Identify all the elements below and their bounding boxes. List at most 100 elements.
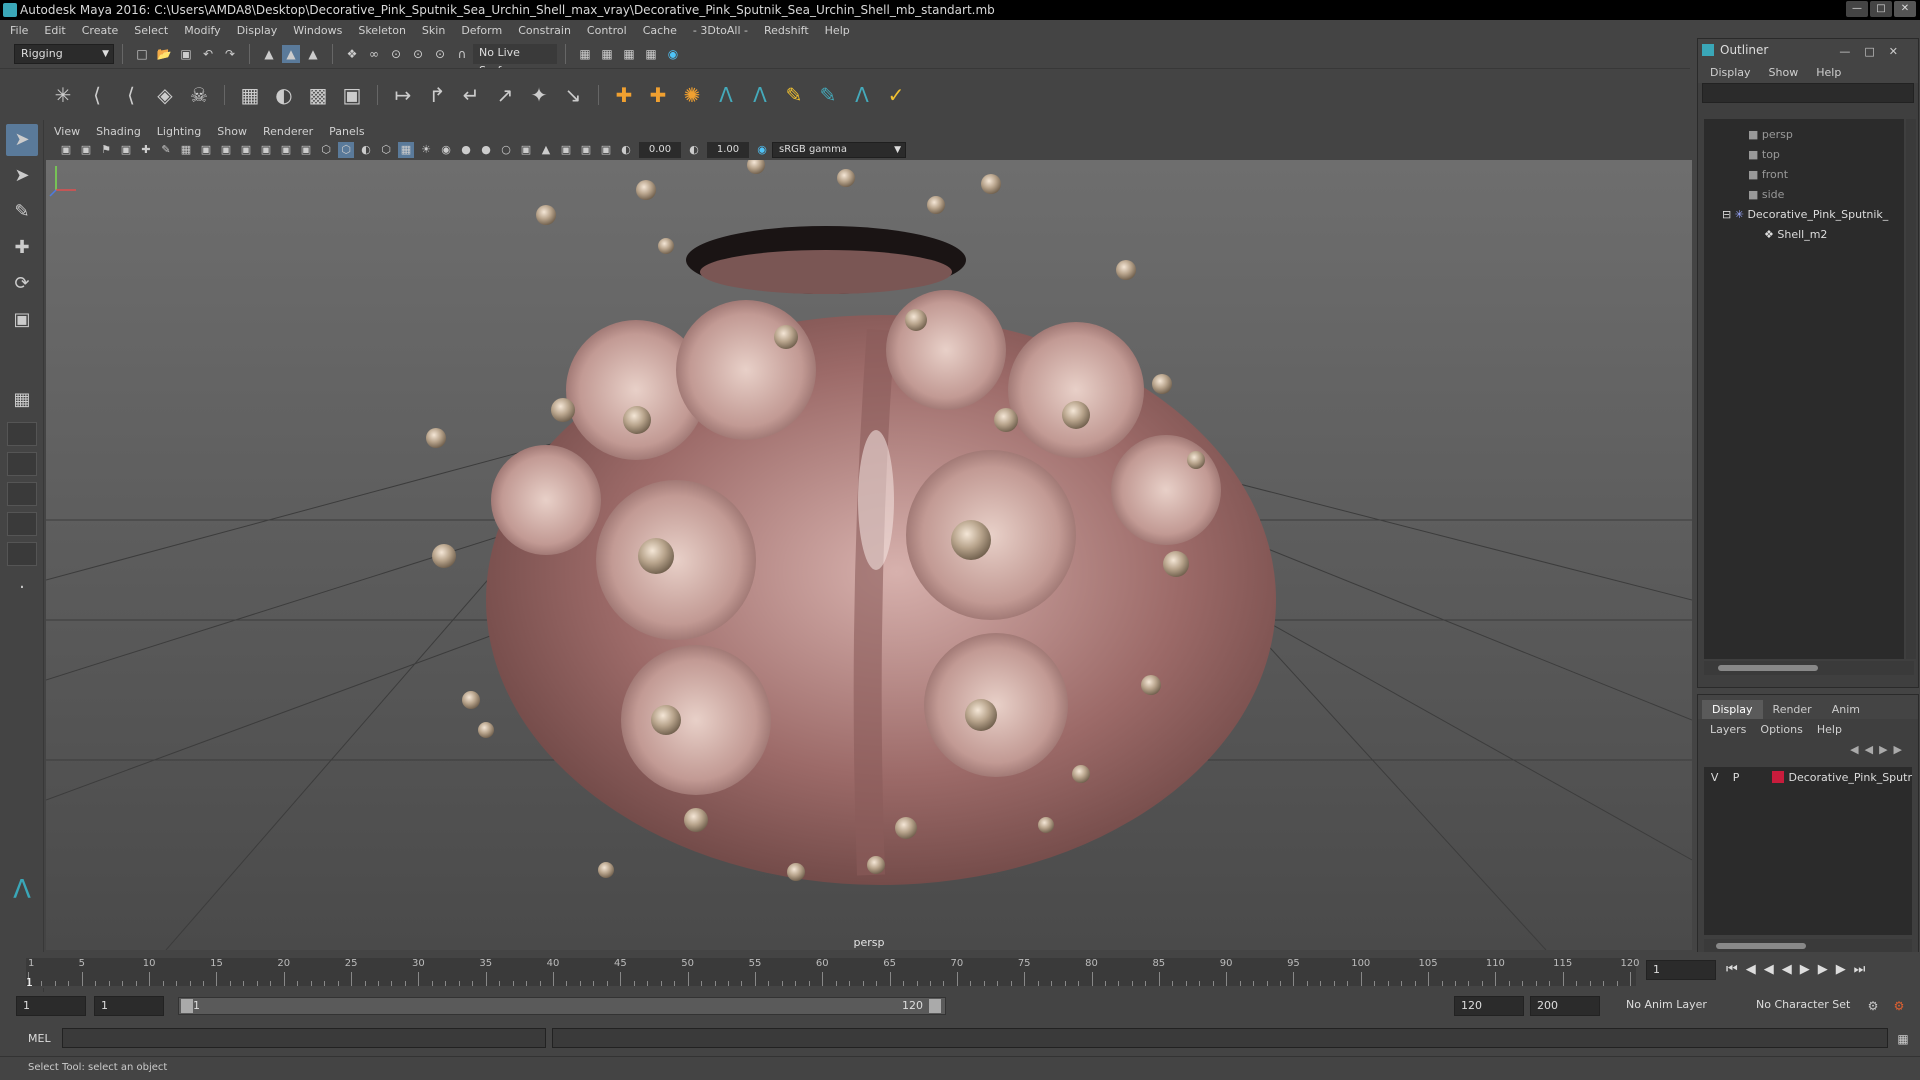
auto-key-icon[interactable]: ⚙: [1864, 997, 1882, 1015]
layer-menu-layers[interactable]: Layers: [1710, 723, 1746, 736]
film-gate-icon[interactable]: ▣: [198, 142, 214, 158]
outliner-item-top[interactable]: ■ top: [1748, 145, 1780, 165]
smooth-shade-icon[interactable]: ⬡: [338, 142, 354, 158]
layout-stack-icon[interactable]: [7, 542, 37, 566]
playback-controls[interactable]: ⏮◀◀◀▶▶▶⏭: [1726, 962, 1873, 977]
select-component-icon[interactable]: ▲: [304, 45, 322, 63]
bind-skin-icon[interactable]: ◈: [151, 81, 179, 109]
time-ruler[interactable]: 1 5 10 15 20 25 30 35 40 45 50 55 60 65 70 75 80 85 90 95 10…: [26, 958, 1640, 986]
menu-modify[interactable]: Modify: [184, 24, 220, 37]
menu-set-dropdown[interactable]: Rigging ▼: [14, 44, 114, 64]
outliner-item-persp[interactable]: ■ persp: [1748, 125, 1793, 145]
live-surface-field[interactable]: No Live Surface: [473, 44, 557, 77]
outliner-vertical-scrollbar[interactable]: [1906, 119, 1916, 659]
outliner-search-field[interactable]: [1702, 83, 1914, 103]
panel-menu-show[interactable]: Show: [217, 125, 247, 138]
anim-start-field[interactable]: 1: [16, 996, 86, 1016]
scale-tool-icon[interactable]: ▣: [6, 304, 38, 336]
maya-logo-icon-2[interactable]: Λ: [746, 81, 774, 109]
grid-icon[interactable]: ▦: [178, 142, 194, 158]
range-start-handle[interactable]: [181, 999, 193, 1013]
redshift-render-icon[interactable]: ◉: [664, 45, 682, 63]
minimize-icon[interactable]: —: [1846, 1, 1868, 17]
command-language-label[interactable]: MEL: [28, 1032, 51, 1045]
resolution-gate-icon[interactable]: ▣: [218, 142, 234, 158]
menu-cache[interactable]: Cache: [643, 24, 677, 37]
aim-constraint-icon[interactable]: ↱: [423, 81, 451, 109]
snap-grid-icon[interactable]: ❖: [343, 45, 361, 63]
paint-weights-icon[interactable]: ✎: [780, 81, 808, 109]
joint-tool-icon[interactable]: ✳: [49, 81, 77, 109]
view-transform-dropdown[interactable]: sRGB gamma ▼: [772, 142, 906, 158]
range-end-handle[interactable]: [929, 999, 941, 1013]
outliner-window-controls[interactable]: —□✕: [1839, 41, 1912, 63]
select-object-icon[interactable]: ▲: [282, 45, 300, 63]
menu-skin[interactable]: Skin: [422, 24, 445, 37]
snap-point-icon[interactable]: ⊙: [387, 45, 405, 63]
field-chart-icon[interactable]: ▣: [258, 142, 274, 158]
bookmark-icon[interactable]: ⚑: [98, 142, 114, 158]
menu-file[interactable]: File: [10, 24, 28, 37]
outliner-horizontal-scrollbar[interactable]: [1704, 661, 1914, 675]
xray-joints-icon[interactable]: ▣: [578, 142, 594, 158]
visibility-toggle[interactable]: V: [1704, 771, 1725, 784]
shadows-icon[interactable]: ◉: [438, 142, 454, 158]
snap-curve-icon[interactable]: ∞: [365, 45, 383, 63]
outliner-item-side[interactable]: ■ side: [1748, 185, 1784, 205]
exposure-icon[interactable]: ◐: [618, 142, 634, 158]
menu-redshift[interactable]: Redshift: [764, 24, 809, 37]
gamma-field[interactable]: 1.00: [707, 142, 749, 158]
playback-toggle[interactable]: P: [1725, 771, 1746, 784]
render-settings-icon[interactable]: ▦: [620, 45, 638, 63]
layer-menu-help[interactable]: Help: [1817, 723, 1842, 736]
locator-icon[interactable]: ✚: [610, 81, 638, 109]
menu-windows[interactable]: Windows: [293, 24, 342, 37]
scale-constraint-icon[interactable]: ↗: [491, 81, 519, 109]
character-set-dropdown[interactable]: No Character Set: [1750, 996, 1866, 1016]
isolate-select-icon[interactable]: ▲: [538, 142, 554, 158]
check-icon[interactable]: ✓: [882, 81, 910, 109]
wrap-icon[interactable]: ▩: [304, 81, 332, 109]
scroll-thumb[interactable]: [1718, 665, 1818, 671]
skeleton-icon[interactable]: ✺: [678, 81, 706, 109]
time-slider[interactable]: 1 5 10 15 20 25 30 35 40 45 50 55 60 65 70 75 80 85 90 95 10…: [0, 952, 1920, 988]
panel-menu-shading[interactable]: Shading: [96, 125, 141, 138]
lasso-tool-icon[interactable]: ➤: [6, 160, 38, 192]
layer-menu-options[interactable]: Options: [1760, 723, 1802, 736]
menu-edit[interactable]: Edit: [44, 24, 65, 37]
anim-layer-dropdown[interactable]: No Anim Layer: [1620, 996, 1744, 1016]
outliner-menu-display[interactable]: Display: [1710, 66, 1751, 79]
menu-display[interactable]: Display: [237, 24, 278, 37]
orient-constraint-icon[interactable]: ↵: [457, 81, 485, 109]
multisample-icon[interactable]: ○: [498, 142, 514, 158]
menu-constrain[interactable]: Constrain: [518, 24, 571, 37]
outliner-item-group[interactable]: ⊟ ✳ Decorative_Pink_Sputnik_: [1722, 205, 1888, 225]
2d-pan-icon[interactable]: ✚: [138, 142, 154, 158]
use-default-material-icon[interactable]: ◐: [358, 142, 374, 158]
menu-help[interactable]: Help: [825, 24, 850, 37]
xray-icon[interactable]: ▣: [558, 142, 574, 158]
menu-control[interactable]: Control: [587, 24, 627, 37]
select-tool-icon[interactable]: ➤: [6, 124, 38, 156]
snap-view-icon[interactable]: ⊙: [409, 45, 427, 63]
menu-3dtoall[interactable]: - 3DtoAll -: [693, 24, 748, 37]
textured-icon[interactable]: ▦: [398, 142, 414, 158]
tab-display[interactable]: Display: [1702, 700, 1763, 719]
anim-end-field[interactable]: 200: [1530, 996, 1600, 1016]
magnet-icon[interactable]: ∩: [453, 45, 471, 63]
undo-icon[interactable]: ↶: [199, 45, 217, 63]
current-frame-field[interactable]: 1: [1646, 960, 1716, 980]
camera-icon[interactable]: ▣: [58, 142, 74, 158]
outliner-item-shell[interactable]: ❖ Shell_m2: [1764, 225, 1827, 245]
lattice-icon[interactable]: ▦: [236, 81, 264, 109]
layer-color-swatch[interactable]: [1772, 771, 1785, 783]
snap-surface-icon[interactable]: ⊙: [431, 45, 449, 63]
maya-logo-icon[interactable]: Λ: [712, 81, 740, 109]
collapse-icon[interactable]: ⊟: [1722, 208, 1735, 221]
layout-four-icon[interactable]: [7, 422, 37, 446]
layer-action-icons[interactable]: ◀◀▶▶: [1698, 739, 1918, 761]
panel-menu-lighting[interactable]: Lighting: [157, 125, 201, 138]
move-tool-icon[interactable]: ✚: [6, 232, 38, 264]
save-scene-icon[interactable]: ▣: [177, 45, 195, 63]
cluster-icon[interactable]: ▣: [338, 81, 366, 109]
